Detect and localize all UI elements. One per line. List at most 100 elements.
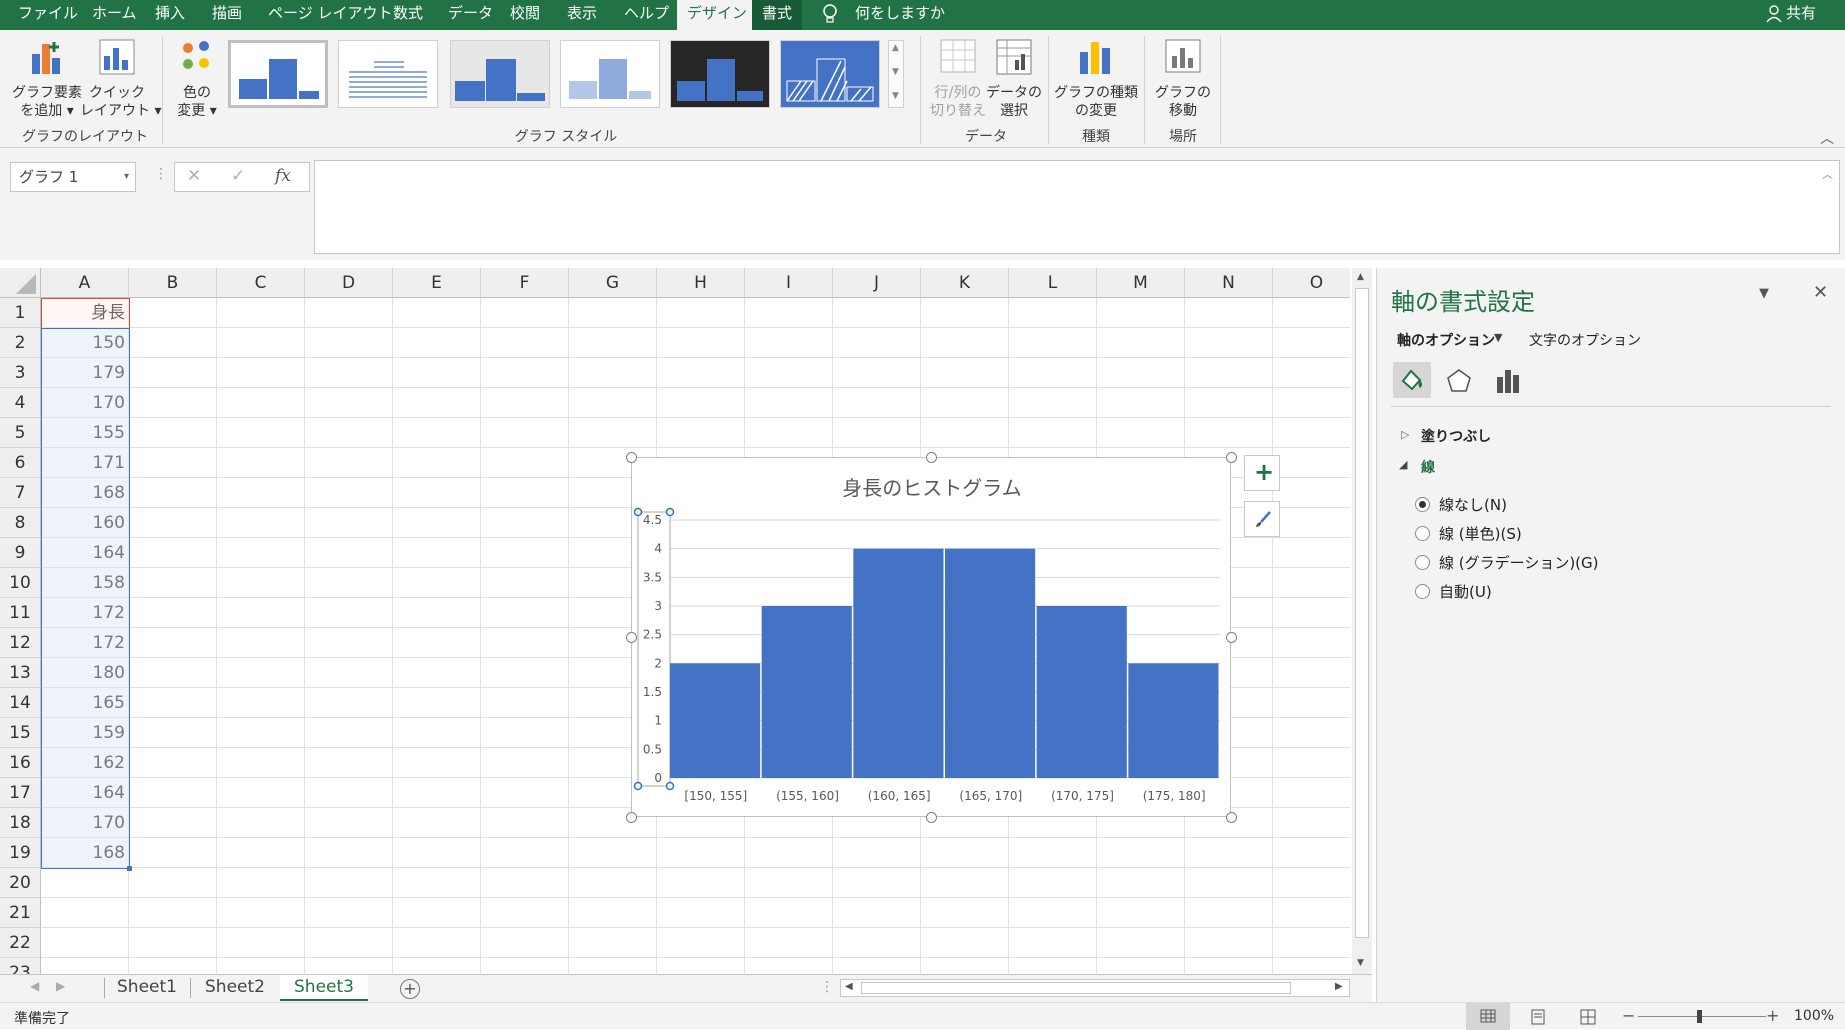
chart-elements-button[interactable]: + — [1244, 455, 1280, 491]
column-header-g[interactable]: G — [569, 268, 657, 298]
scroll-thumb[interactable] — [1355, 288, 1369, 938]
scroll-thumb[interactable] — [861, 982, 1291, 994]
add-sheet-button[interactable]: + — [400, 979, 420, 999]
resize-handle[interactable] — [626, 452, 637, 463]
page-break-view-icon[interactable] — [1580, 1009, 1596, 1025]
expanded-triangle-icon[interactable]: ◢ — [1399, 458, 1407, 471]
tab-formulas[interactable]: 数式 — [393, 0, 423, 30]
axis-selection-handle[interactable] — [633, 507, 643, 517]
fill-line-tab[interactable] — [1393, 362, 1431, 398]
tab-design[interactable]: デザイン — [677, 0, 758, 30]
column-header-m[interactable]: M — [1097, 268, 1185, 298]
column-header-e[interactable]: E — [393, 268, 481, 298]
change-colors-button[interactable]: 色の 変更 ▾ — [170, 34, 224, 124]
row-header-23[interactable]: 23 — [0, 958, 41, 974]
collapse-ribbon-icon[interactable]: ︿ — [1820, 128, 1834, 148]
range-resize-handle[interactable] — [127, 866, 132, 871]
zoom-level[interactable]: 100% — [1794, 1008, 1834, 1024]
sheet-tab-sheet3[interactable]: Sheet3 — [280, 975, 368, 1001]
add-chart-element-button[interactable]: グラフ要素 を追加 ▾ — [12, 34, 82, 124]
row-header-12[interactable]: 12 — [0, 628, 41, 658]
sheet-tab-sheet2[interactable]: Sheet2 — [192, 975, 278, 1001]
tell-me-search[interactable]: 何をしますか — [855, 0, 945, 30]
tab-split-grip-icon[interactable]: ⋮ — [820, 979, 834, 995]
row-header-22[interactable]: 22 — [0, 928, 41, 958]
radio-label-2[interactable]: 線 (グラデーション)(G) — [1439, 552, 1599, 573]
row-header-7[interactable]: 7 — [0, 478, 41, 508]
row-header-14[interactable]: 14 — [0, 688, 41, 718]
row-header-21[interactable]: 21 — [0, 898, 41, 928]
row-header-2[interactable]: 2 — [0, 328, 41, 358]
collapsed-triangle-icon[interactable]: ▷ — [1401, 428, 1409, 441]
row-header-4[interactable]: 4 — [0, 388, 41, 418]
column-header-i[interactable]: I — [745, 268, 833, 298]
column-header-k[interactable]: K — [921, 268, 1009, 298]
formula-input[interactable] — [314, 160, 1840, 254]
row-header-20[interactable]: 20 — [0, 868, 41, 898]
column-header-h[interactable]: H — [657, 268, 745, 298]
select-data-button[interactable]: データの 選択 — [984, 34, 1044, 124]
resize-handle[interactable] — [1226, 632, 1237, 643]
resize-handle[interactable] — [1226, 812, 1237, 823]
zoom-in-button[interactable]: + — [1766, 1006, 1779, 1025]
row-header-18[interactable]: 18 — [0, 808, 41, 838]
histogram-bar[interactable] — [761, 606, 852, 778]
column-header-c[interactable]: C — [217, 268, 305, 298]
column-header-n[interactable]: N — [1185, 268, 1273, 298]
normal-view-button[interactable] — [1466, 1003, 1510, 1030]
next-sheet-icon[interactable]: ▶ — [56, 979, 65, 993]
tab-view[interactable]: 表示 — [567, 0, 597, 30]
horizontal-scrollbar[interactable]: ◀ ▶ — [840, 979, 1350, 997]
pane-options-dropdown[interactable]: ▼ — [1759, 286, 1769, 301]
tab-file[interactable]: ファイル — [18, 0, 78, 30]
column-header-b[interactable]: B — [129, 268, 217, 298]
tab-data[interactable]: データ — [448, 0, 493, 30]
zoom-slider-thumb[interactable] — [1697, 1010, 1702, 1023]
chart-style-1[interactable] — [228, 40, 328, 108]
chart-style-6[interactable] — [780, 40, 880, 108]
scroll-left-icon[interactable]: ◀ — [845, 981, 853, 992]
axis-selection-handle[interactable] — [633, 781, 643, 791]
tab-insert[interactable]: 挿入 — [155, 0, 185, 30]
share-button[interactable]: 共有 — [1786, 0, 1816, 30]
chart-style-2[interactable] — [338, 40, 438, 108]
section-line[interactable]: 線 — [1421, 457, 1435, 477]
formula-bar-grip-icon[interactable]: ⋮ — [154, 166, 168, 182]
more-styles-icon[interactable]: ▼ — [892, 91, 899, 101]
histogram-bar[interactable] — [853, 548, 944, 778]
effects-tab-pentagon-icon[interactable] — [1445, 367, 1473, 395]
histogram-bar[interactable] — [1128, 663, 1219, 778]
tab-text-options[interactable]: 文字のオプション — [1529, 330, 1641, 350]
section-fill[interactable]: 塗りつぶし — [1421, 426, 1491, 446]
row-header-8[interactable]: 8 — [0, 508, 41, 538]
axis-selection-handle[interactable] — [665, 507, 675, 517]
radio-label-0[interactable]: 線なし(N) — [1439, 494, 1507, 515]
chevron-down-icon[interactable]: ▼ — [1494, 331, 1502, 344]
histogram-bar[interactable] — [1036, 606, 1127, 778]
radio-option-0[interactable] — [1415, 497, 1430, 512]
prev-sheet-icon[interactable]: ◀ — [30, 979, 39, 993]
change-chart-type-button[interactable]: グラフの種類 の変更 — [1054, 34, 1138, 124]
row-header-11[interactable]: 11 — [0, 598, 41, 628]
select-all-corner[interactable] — [0, 268, 41, 298]
scroll-down-icon[interactable]: ▼ — [1357, 958, 1364, 968]
column-header-a[interactable]: A — [41, 268, 129, 298]
histogram-bar[interactable] — [670, 663, 761, 778]
resize-handle[interactable] — [926, 452, 937, 463]
page-layout-view-icon[interactable] — [1530, 1009, 1546, 1025]
row-header-17[interactable]: 17 — [0, 778, 41, 808]
vertical-scrollbar[interactable]: ▲ ▼ — [1352, 268, 1372, 974]
row-header-10[interactable]: 10 — [0, 568, 41, 598]
insert-function-button[interactable]: fx — [275, 166, 291, 186]
tab-home[interactable]: ホーム — [92, 0, 137, 30]
chart-styles-scroller[interactable]: ▲ ▼ ▼ — [888, 40, 904, 108]
resize-handle[interactable] — [626, 632, 637, 643]
chart-styles-button[interactable] — [1244, 501, 1280, 537]
radio-option-1[interactable] — [1415, 526, 1430, 541]
enter-icon[interactable]: ✓ — [231, 166, 245, 186]
chevron-up-icon[interactable]: ▲ — [892, 43, 899, 53]
zoom-slider-track[interactable] — [1638, 1016, 1766, 1017]
chart-style-4[interactable] — [560, 40, 660, 108]
tab-review[interactable]: 校閲 — [510, 0, 540, 30]
chevron-down-icon[interactable]: ▾ — [124, 163, 129, 191]
